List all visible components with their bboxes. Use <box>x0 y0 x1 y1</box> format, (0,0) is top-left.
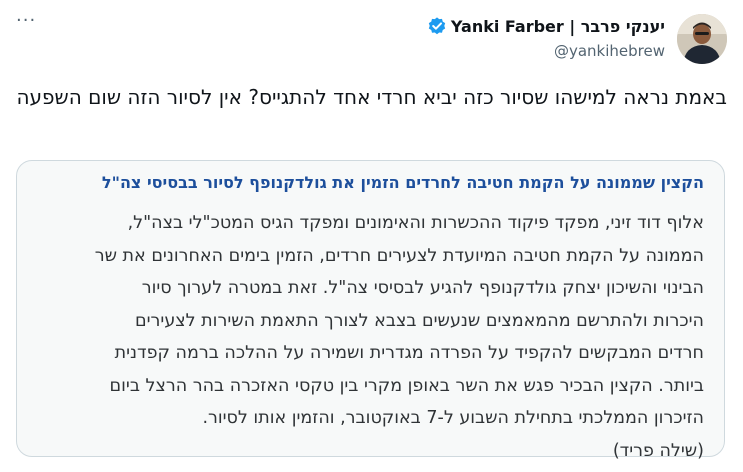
avatar[interactable] <box>677 14 727 64</box>
tweet-text: באמת נראה למישהו שסיור כזה יביא חרדי אחד… <box>16 85 727 109</box>
verified-badge-icon <box>427 16 447 36</box>
article-credit: (שילה פריד) <box>612 440 704 461</box>
article-line: הבינוי והשיכון יצחק גולדקנופף להגיע לבסי… <box>141 278 704 298</box>
article-line: הממונה על הקמת חטיבה המיועדת לצעירים חרד… <box>94 245 704 266</box>
article-line: היכרות ולהתרשם מהמאמצים שנעשים בצבא לצור… <box>135 310 704 331</box>
article-title: הקצין שממונה על הקמת חטיבה לחרדים הזמין … <box>101 173 704 192</box>
article-line: הזיכרון הממלכתי בתחילת השבוע ל-7 באוקטוב… <box>202 408 704 428</box>
more-options-icon[interactable]: ··· <box>16 12 40 36</box>
article-line: חרדים המבקשים להקפיד על הפרדה מגדרית ושמ… <box>114 343 704 363</box>
name-row: יענקי פרבר | Yanki Farber <box>245 14 665 38</box>
author-handle[interactable]: @yankihebrew <box>245 42 665 60</box>
quoted-article-card[interactable]: הקצין שממונה על הקמת חטיבה לחרדים הזמין … <box>16 160 725 461</box>
author-display-name[interactable]: יענקי פרבר | Yanki Farber <box>451 17 665 36</box>
article-line: אלוף דוד זיני, מפקד פיקוד ההכשרות והאימו… <box>127 213 704 233</box>
article-line: ביותר. הקצין הבכיר פגש את השר באופן מקרי… <box>109 375 704 396</box>
article-body: אלוף דוד זיני, מפקד פיקוד ההכשרות והאימו… <box>37 207 704 467</box>
author-header: יענקי פרבר | Yanki Farber @yankihebrew <box>245 14 665 60</box>
tweet-card: ··· יענקי פרבר | Yanki Farber @yankihebr… <box>0 0 743 472</box>
